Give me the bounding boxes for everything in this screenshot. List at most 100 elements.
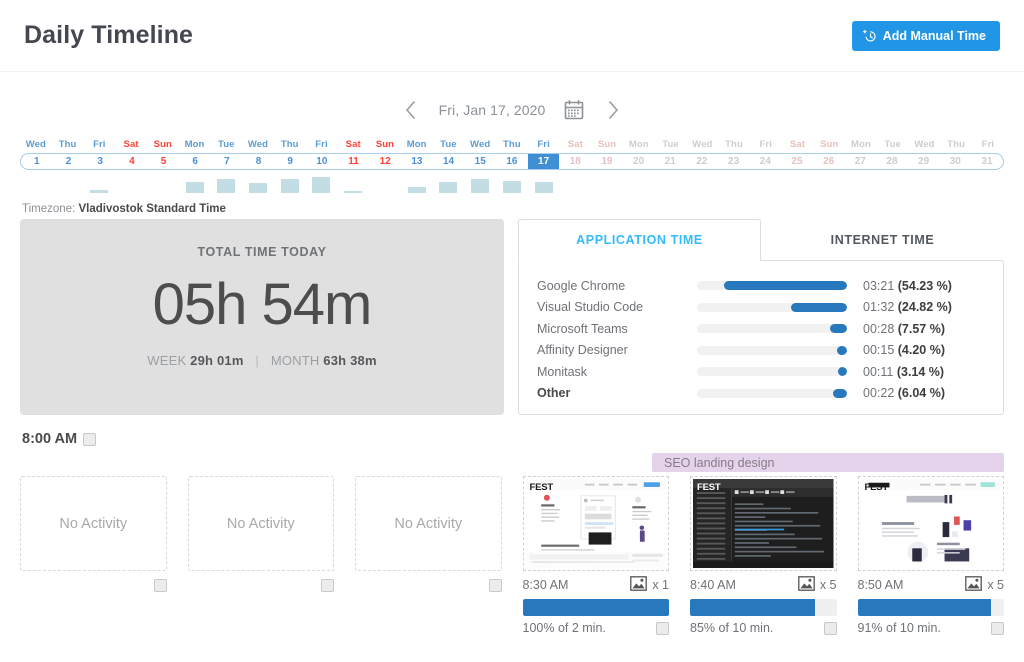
application-usage-fill [791,303,847,312]
application-duration: 01:32 [863,300,894,314]
application-row: Other00:22 (6.04 %) [537,383,987,405]
day-number-18[interactable]: 18 [559,154,591,169]
day-number-10[interactable]: 10 [306,154,338,169]
day-number-20[interactable]: 20 [623,154,655,169]
day-number-4[interactable]: 4 [116,154,148,169]
application-row: Microsoft Teams00:28 (7.57 %) [537,318,987,340]
day-number-16[interactable]: 16 [496,154,528,169]
day-number-8[interactable]: 8 [243,154,275,169]
day-number-25[interactable]: 25 [781,154,813,169]
hour-select-checkbox[interactable] [83,433,96,446]
day-activity-bar-cell [464,173,496,193]
screenshot-thumbnail[interactable]: FEST [690,476,837,571]
project-band[interactable]: SEO landing design [652,453,1004,472]
day-activity-bar-cell [559,173,591,193]
month-day-strip: WedThuFriSatSunMonTueWedThuFriSatSunMonT… [0,138,1024,193]
day-of-week-label: Mon [845,138,877,152]
day-activity-bar [90,190,108,193]
day-activity-bar-cell [496,173,528,193]
day-activity-bar-cell [210,173,242,193]
day-number-23[interactable]: 23 [718,154,750,169]
summary-row: TOTAL TIME TODAY 05h 54m WEEK 29h 01m | … [0,219,1024,415]
application-name: Affinity Designer [537,343,697,357]
next-day-button[interactable] [603,97,623,123]
slot-select-checkbox[interactable] [656,622,669,635]
day-number-14[interactable]: 14 [433,154,465,169]
day-number-15[interactable]: 15 [464,154,496,169]
day-activity-bar-cell [686,173,718,193]
prev-day-button[interactable] [401,97,421,123]
day-number-13[interactable]: 13 [401,154,433,169]
slot-select-checkbox[interactable] [321,579,334,592]
activity-footer: 100% of 2 min. [523,621,670,635]
subtotal-separator: | [255,353,259,368]
day-of-week-label: Sun [147,138,179,152]
day-activity-bar-cell [591,173,623,193]
day-number-22[interactable]: 22 [686,154,718,169]
image-icon[interactable] [630,576,647,594]
calendar-icon[interactable] [563,99,585,121]
timeline-slots-wrapper: SEO landing design No Activity No Activit… [0,453,1024,635]
day-number-11[interactable]: 11 [338,154,370,169]
day-of-week-label: Thu [496,138,528,152]
day-number-31[interactable]: 31 [971,154,1003,169]
day-number-5[interactable]: 5 [148,154,180,169]
timeline-slots: No ActivityNo ActivityNo ActivityFEST8:3… [20,476,1004,635]
application-time-list: Google Chrome03:21 (54.23 %)Visual Studi… [518,260,1004,415]
activity-level-track [523,599,670,616]
day-number-17[interactable]: 17 [528,154,560,169]
screenshot-thumbnail[interactable]: FEST [858,476,1005,571]
timeline-slot: No Activity [188,476,335,635]
add-manual-time-button[interactable]: Add Manual Time [852,21,1000,51]
screenshot-meta-row: 8:50 AMx 5 [858,576,1005,594]
image-icon[interactable] [798,576,815,594]
day-number-9[interactable]: 9 [274,154,306,169]
day-number-19[interactable]: 19 [591,154,623,169]
application-percent: (6.04 %) [898,386,945,400]
slot-select-checkbox[interactable] [154,579,167,592]
day-of-week-label: Thu [52,138,84,152]
no-activity-placeholder: No Activity [188,476,335,571]
day-number-27[interactable]: 27 [844,154,876,169]
day-number-2[interactable]: 2 [53,154,85,169]
tab-application-time[interactable]: APPLICATION TIME [518,219,761,261]
screenshot-thumbnail[interactable]: FEST [523,476,670,571]
day-activity-bar-cell [306,173,338,193]
day-number-30[interactable]: 30 [939,154,971,169]
day-number-12[interactable]: 12 [369,154,401,169]
day-number-21[interactable]: 21 [654,154,686,169]
day-number-6[interactable]: 6 [179,154,211,169]
application-duration: 00:11 [863,365,893,379]
day-number-28[interactable]: 28 [876,154,908,169]
no-activity-label: No Activity [394,516,462,532]
day-number-3[interactable]: 3 [84,154,116,169]
application-name: Microsoft Teams [537,322,697,336]
timeline-slot: FEST8:30 AMx 1100% of 2 min. [523,476,670,635]
application-time-value: 00:15 (4.20 %) [863,343,945,357]
day-of-week-label: Sun [813,138,845,152]
day-of-week-label: Sat [115,138,147,152]
slot-select-checkbox[interactable] [489,579,502,592]
screenshot-meta-row: 8:40 AMx 5 [690,576,837,594]
day-of-week-label: Sun [369,138,401,152]
total-time-value: 05h 54m [153,273,372,337]
day-number-29[interactable]: 29 [908,154,940,169]
image-icon[interactable] [965,576,982,594]
slot-select-checkbox[interactable] [991,622,1004,635]
day-number-26[interactable]: 26 [813,154,845,169]
date-navigator: Fri, Jan 17, 2020 [0,86,1024,134]
application-usage-track [697,281,847,290]
day-number-1[interactable]: 1 [21,154,53,169]
slot-select-checkbox[interactable] [824,622,837,635]
day-number-row[interactable]: 1234567891011121314151617181920212223242… [20,153,1004,170]
activity-level-track [858,599,1005,616]
timezone-value: Vladivostok Standard Time [78,203,225,215]
day-number-24[interactable]: 24 [749,154,781,169]
timeline-slot: No Activity [355,476,502,635]
day-activity-bar-cell [782,173,814,193]
day-number-7[interactable]: 7 [211,154,243,169]
day-activity-bar-cell [718,173,750,193]
project-band-row: SEO landing design [20,453,1004,473]
tab-internet-time[interactable]: INTERNET TIME [761,219,1004,261]
day-of-week-label: Sat [337,138,369,152]
